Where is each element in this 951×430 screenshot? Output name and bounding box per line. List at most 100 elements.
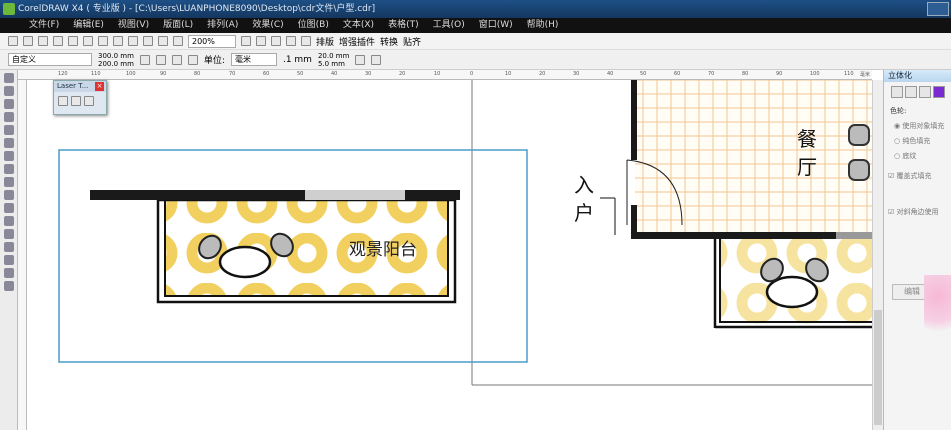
checkbox-bevel-color[interactable]: ☑ 对斜角边使用 (888, 207, 951, 217)
scrollbar-thumb[interactable] (874, 310, 882, 425)
laser-cut-icon[interactable] (58, 96, 68, 106)
checkbox-overprint-fill[interactable]: ☑ 覆盖式填充 (888, 171, 951, 181)
export-icon[interactable] (158, 36, 168, 46)
undo-icon[interactable] (113, 36, 123, 46)
extrude-rotate-icon[interactable] (905, 86, 917, 98)
polygon-tool-icon[interactable] (4, 177, 14, 187)
zoom-all-icon[interactable] (286, 36, 296, 46)
treat-as-filled-icon[interactable] (371, 54, 382, 65)
menu-file[interactable]: 文件(F) (22, 18, 66, 33)
mascot-image (924, 275, 951, 345)
menu-help[interactable]: 帮助(H) (520, 18, 566, 33)
dining-room[interactable]: 餐 厅 入 户 (574, 80, 872, 239)
balcony[interactable]: 观景阳台 (90, 190, 460, 304)
zoom-tool-icon[interactable] (4, 112, 14, 122)
eyedropper-icon[interactable] (4, 242, 14, 252)
layout-button[interactable]: 排版 (316, 35, 334, 48)
crop-tool-icon[interactable] (4, 99, 14, 109)
import-icon[interactable] (143, 36, 153, 46)
extrude-color-icon[interactable] (933, 86, 945, 98)
drawing-canvas[interactable]: 观景阳台 餐 厅 入 户 (27, 80, 872, 430)
text-tool-icon[interactable] (4, 203, 14, 213)
shape-tool-icon[interactable] (4, 86, 14, 96)
ruler-tick: 0 (470, 71, 474, 77)
radio-texture[interactable]: ○ 底纹 (894, 151, 951, 161)
menu-effects[interactable]: 效果(C) (245, 18, 290, 33)
ruler-tick: 50 (640, 71, 647, 77)
menu-view[interactable]: 视图(V) (111, 18, 156, 33)
copy-icon[interactable] (83, 36, 93, 46)
vertical-ruler[interactable] (18, 80, 27, 430)
laser-settings-icon[interactable] (84, 96, 94, 106)
menu-edit[interactable]: 编辑(E) (66, 18, 111, 33)
redo-icon[interactable] (128, 36, 138, 46)
horizontal-ruler[interactable]: 120 110 100 90 80 70 60 50 40 30 20 10 0… (18, 70, 872, 80)
menu-layout[interactable]: 版面(L) (156, 18, 200, 33)
rectangle-tool-icon[interactable] (4, 151, 14, 161)
duplicate-y-field[interactable]: 5.0 mm (318, 60, 349, 68)
extrude-light-icon[interactable] (919, 86, 931, 98)
new-icon[interactable] (8, 36, 18, 46)
zoom-page-icon[interactable] (301, 36, 311, 46)
landscape-icon[interactable] (155, 54, 166, 65)
ruler-tick: 50 (297, 71, 304, 77)
plugins-button[interactable]: 增强插件 (339, 35, 375, 48)
cut-icon[interactable] (68, 36, 78, 46)
convert-button[interactable]: 转换 (380, 35, 398, 48)
menu-arrange[interactable]: 排列(A) (200, 18, 245, 33)
ruler-tick: 100 (126, 71, 136, 77)
ruler-tick: 30 (365, 71, 372, 77)
zoom-in-icon[interactable] (241, 36, 251, 46)
zoom-out-icon[interactable] (256, 36, 266, 46)
page-height-field[interactable]: 200.0 mm (98, 60, 134, 68)
portrait-icon[interactable] (139, 54, 150, 65)
toolbox (0, 70, 18, 430)
ruler-tick: 90 (776, 71, 783, 77)
paper-size-select[interactable]: 自定义 (8, 53, 92, 66)
minimize-button[interactable] (927, 2, 949, 16)
app-launcher-icon[interactable] (173, 36, 183, 46)
laser-engrave-icon[interactable] (71, 96, 81, 106)
basic-shapes-icon[interactable] (4, 190, 14, 200)
zoom-select[interactable]: 200% (188, 34, 236, 48)
menu-text[interactable]: 文本(X) (336, 18, 381, 33)
ruler-tick: 40 (331, 71, 338, 77)
ruler-tick: 110 (91, 71, 101, 77)
current-page-icon[interactable] (187, 54, 198, 65)
window-title: CorelDRAW X4 ( 专业版 ) - [C:\Users\LUANPHO… (18, 4, 376, 14)
nudge-field[interactable]: .1 mm (283, 55, 312, 65)
fill-tool-icon[interactable] (4, 268, 14, 278)
interactive-tool-icon[interactable] (4, 229, 14, 239)
table-tool-icon[interactable] (4, 216, 14, 226)
interactive-fill-icon[interactable] (4, 281, 14, 291)
radio-solid-fill[interactable]: ○ 纯色填充 (894, 136, 951, 146)
duplicate-x-field[interactable]: 20.0 mm (318, 52, 349, 60)
pick-tool-icon[interactable] (4, 73, 14, 83)
ruler-tick: 20 (399, 71, 406, 77)
zoom-selected-icon[interactable] (271, 36, 281, 46)
close-icon[interactable]: × (95, 82, 104, 91)
snap-button[interactable]: 贴齐 (403, 35, 421, 48)
ellipse-tool-icon[interactable] (4, 164, 14, 174)
smart-fill-icon[interactable] (4, 138, 14, 148)
extrude-camera-icon[interactable] (891, 86, 903, 98)
freehand-tool-icon[interactable] (4, 125, 14, 135)
radio-use-object-fill[interactable]: ◉ 使用对象填充 (894, 121, 951, 131)
menu-tools[interactable]: 工具(O) (426, 18, 472, 33)
outline-tool-icon[interactable] (4, 255, 14, 265)
lower-balcony[interactable] (713, 239, 872, 329)
print-icon[interactable] (53, 36, 63, 46)
laser-toolbar[interactable]: Laser T... × (53, 80, 107, 115)
ruler-tick: 80 (194, 71, 201, 77)
save-icon[interactable] (38, 36, 48, 46)
unit-select[interactable]: 毫米 (230, 53, 277, 66)
menu-bitmaps[interactable]: 位图(B) (291, 18, 336, 33)
menu-table[interactable]: 表格(T) (381, 18, 426, 33)
menu-window[interactable]: 窗口(W) (472, 18, 520, 33)
page-width-field[interactable]: 300.0 mm (98, 52, 134, 60)
units-drawing-icon[interactable] (355, 54, 366, 65)
paste-icon[interactable] (98, 36, 108, 46)
open-icon[interactable] (23, 36, 33, 46)
vertical-scrollbar[interactable] (872, 80, 883, 430)
all-pages-icon[interactable] (171, 54, 182, 65)
